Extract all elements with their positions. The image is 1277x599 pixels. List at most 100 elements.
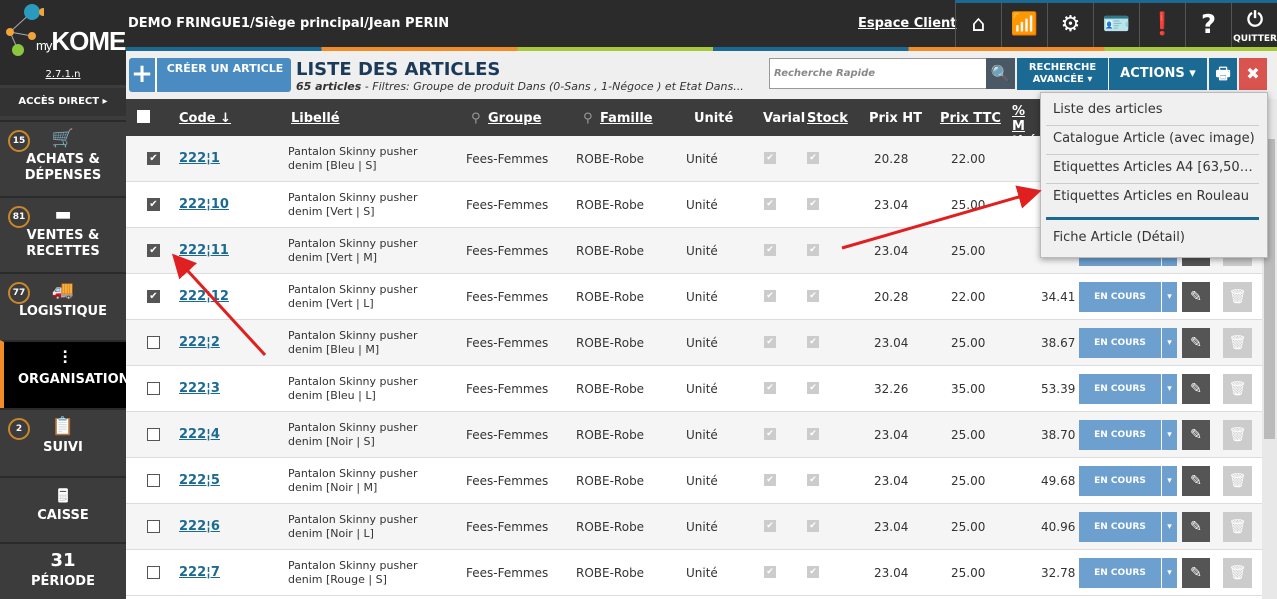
contact-card-icon[interactable]: 🪪 [1093, 3, 1139, 47]
article-code-link[interactable]: 222¦1 [179, 151, 220, 166]
header-prix-ttc[interactable]: Prix TTC [940, 111, 1001, 126]
article-unite: Unité [686, 152, 718, 166]
row-checkbox[interactable] [147, 474, 160, 487]
article-label: Pantalon Skinny pusher denim [Noir | S] [288, 421, 418, 448]
article-code-link[interactable]: 222¦2 [179, 335, 220, 350]
chevron-down-icon[interactable]: ▾ [1162, 512, 1177, 542]
print-icon[interactable]: 🖶 [1209, 58, 1237, 90]
trash-icon[interactable]: 🗑 [1223, 558, 1252, 588]
article-code-link[interactable]: 222¦12 [179, 289, 229, 304]
search-input[interactable]: Recherche Rapide [769, 58, 987, 89]
trash-icon[interactable]: 🗑 [1223, 512, 1252, 542]
row-checkbox[interactable] [147, 520, 160, 533]
row-checkbox[interactable] [147, 566, 160, 579]
article-famille: ROBE-Robe [576, 244, 645, 258]
header-stock[interactable]: Stock [807, 111, 848, 126]
trash-icon[interactable]: 🗑 [1223, 374, 1252, 404]
trash-icon[interactable]: 🗑 [1223, 466, 1252, 496]
row-checkbox[interactable]: ✔ [147, 198, 160, 211]
trash-icon[interactable]: 🗑 [1223, 282, 1252, 312]
help-icon[interactable]: ? [1185, 3, 1231, 47]
prix-ttc: 25.00 [951, 474, 986, 488]
home-icon[interactable]: ⌂ [955, 3, 1001, 47]
article-unite: Unité [686, 198, 718, 212]
pencil-icon[interactable]: ✎ [1182, 466, 1210, 496]
search-icon[interactable]: 🔍 [986, 58, 1015, 89]
header-libelle[interactable]: Libellé [291, 111, 340, 126]
chevron-down-icon[interactable]: ▾ [1162, 420, 1177, 450]
sidebar-item-caisse[interactable]: 🖩 CAISSE [0, 476, 126, 542]
varial-checkbox: ✔ [764, 244, 776, 256]
sidebar-item-période[interactable]: 31 PÉRIODE [0, 542, 126, 599]
article-famille: ROBE-Robe [576, 382, 645, 396]
pencil-icon[interactable]: ✎ [1182, 558, 1210, 588]
row-checkbox[interactable]: ✔ [147, 152, 160, 165]
article-code-link[interactable]: 222¦3 [179, 381, 220, 396]
article-code-link[interactable]: 222¦6 [179, 519, 220, 534]
row-checkbox[interactable]: ✔ [147, 290, 160, 303]
gear-icon[interactable]: ⚙ [1047, 3, 1093, 47]
advanced-search-button[interactable]: RECHERCHE AVANCÉE ▾ [1017, 58, 1108, 90]
create-article-button[interactable]: + CRÉER UN ARTICLE [129, 58, 291, 92]
stock-checkbox: ✔ [807, 290, 819, 302]
header-code[interactable]: Code ↓ [179, 111, 231, 126]
row-checkbox[interactable] [147, 428, 160, 441]
stats-icon[interactable]: 📶 [1001, 3, 1047, 47]
version-link[interactable]: 2.7.1.n [0, 68, 126, 82]
select-all-checkbox[interactable] [137, 110, 150, 123]
status-button[interactable]: EN COURS [1079, 466, 1161, 496]
row-checkbox[interactable] [147, 382, 160, 395]
status-button[interactable]: EN COURS [1079, 374, 1161, 404]
acces-direct-button[interactable]: ACCÈS DIRECT ▸ [0, 88, 126, 116]
article-code-link[interactable]: 222¦5 [179, 473, 220, 488]
prix-ttc: 25.00 [951, 198, 986, 212]
menu-item-catalogue[interactable]: Catalogue Article (avec image) [1053, 131, 1256, 146]
chevron-down-icon[interactable]: ▾ [1162, 282, 1177, 312]
chevron-down-icon[interactable]: ▾ [1162, 328, 1177, 358]
pencil-icon[interactable]: ✎ [1182, 512, 1210, 542]
article-groupe: Fees-Femmes [466, 244, 549, 258]
status-button[interactable]: EN COURS [1079, 512, 1161, 542]
espace-client-link[interactable]: Espace Client [858, 16, 956, 31]
status-button[interactable]: EN COURS [1079, 282, 1161, 312]
sidebar-item-logistique[interactable]: 77 🚚 LOGISTIQUE [0, 272, 126, 340]
row-checkbox[interactable]: ✔ [147, 244, 160, 257]
article-code-link[interactable]: 222¦10 [179, 197, 229, 212]
status-button[interactable]: EN COURS [1079, 420, 1161, 450]
prix-ttc: 25.00 [951, 520, 986, 534]
menu-item-fiche[interactable]: Fiche Article (Détail) [1053, 230, 1256, 245]
menu-item-liste[interactable]: Liste des articles [1053, 102, 1256, 117]
pencil-icon[interactable]: ✎ [1182, 374, 1210, 404]
alert-icon[interactable]: ❗ [1139, 3, 1185, 47]
pencil-icon[interactable]: ✎ [1182, 328, 1210, 358]
article-code-link[interactable]: 222¦11 [179, 243, 229, 258]
chevron-down-icon[interactable]: ▾ [1162, 558, 1177, 588]
actions-button[interactable]: ACTIONS ▾ [1109, 58, 1207, 90]
sidebar-item-achats-dépenses[interactable]: 15 🛒 ACHATS & DÉPENSES [0, 120, 126, 196]
close-icon[interactable]: ✖ [1239, 58, 1267, 90]
article-unite: Unité [686, 474, 718, 488]
trash-icon[interactable]: 🗑 [1223, 420, 1252, 450]
status-button[interactable]: EN COURS [1079, 558, 1161, 588]
pencil-icon[interactable]: ✎ [1182, 420, 1210, 450]
trash-icon[interactable]: 🗑 [1223, 328, 1252, 358]
pencil-icon[interactable]: ✎ [1182, 282, 1210, 312]
article-code-link[interactable]: 222¦7 [179, 565, 220, 580]
menu-item-etiquettes-rouleau[interactable]: Étiquettes Articles en Rouleau [1053, 189, 1256, 204]
article-label: Pantalon Skinny pusher denim [Bleu | S] [288, 145, 418, 172]
row-checkbox[interactable] [147, 336, 160, 349]
header-famille[interactable]: Famille [600, 111, 653, 126]
menu-item-etiquettes-a4[interactable]: Étiquettes Articles A4 [63,500x... [1053, 160, 1256, 175]
article-unite: Unité [686, 382, 718, 396]
status-button[interactable]: EN COURS [1079, 328, 1161, 358]
sidebar-item-organisation[interactable]: ⫶ ORGANISATION [0, 340, 130, 408]
article-unite: Unité [686, 566, 718, 580]
header-groupe[interactable]: Groupe [488, 111, 541, 126]
create-label: CRÉER UN ARTICLE [166, 62, 284, 75]
article-code-link[interactable]: 222¦4 [179, 427, 220, 442]
chevron-down-icon[interactable]: ▾ [1162, 374, 1177, 404]
sidebar-item-ventes-recettes[interactable]: 81 ▬ VENTES & RECETTES [0, 196, 126, 272]
quit-button[interactable]: ⏻ QUITTER [1231, 3, 1277, 47]
sidebar-item-suivi[interactable]: 2 📋 SUIVI [0, 408, 126, 476]
chevron-down-icon[interactable]: ▾ [1162, 466, 1177, 496]
